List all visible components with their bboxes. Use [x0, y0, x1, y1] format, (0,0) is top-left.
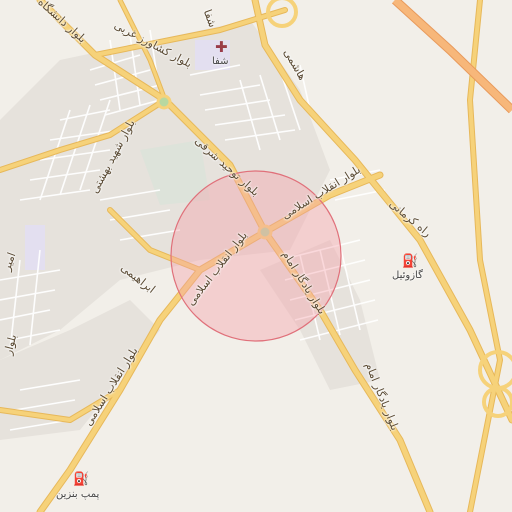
map-canvas[interactable]: بلوار دانشگاه شفا بلوار کشاورز غربی هاشم… [0, 0, 512, 512]
map-layer [0, 0, 512, 512]
hospital-icon[interactable]: ✚ [215, 40, 228, 55]
gas-station-icon[interactable]: ⛽ [402, 255, 418, 268]
poi-label-gas-station-south[interactable]: پمپ بنزین [56, 489, 99, 500]
poi-label-hospital[interactable]: شفا [212, 56, 228, 67]
poi-label-gas-station-east[interactable]: گازوئیل [392, 270, 423, 281]
gas-station-icon[interactable]: ⛽ [73, 473, 89, 486]
